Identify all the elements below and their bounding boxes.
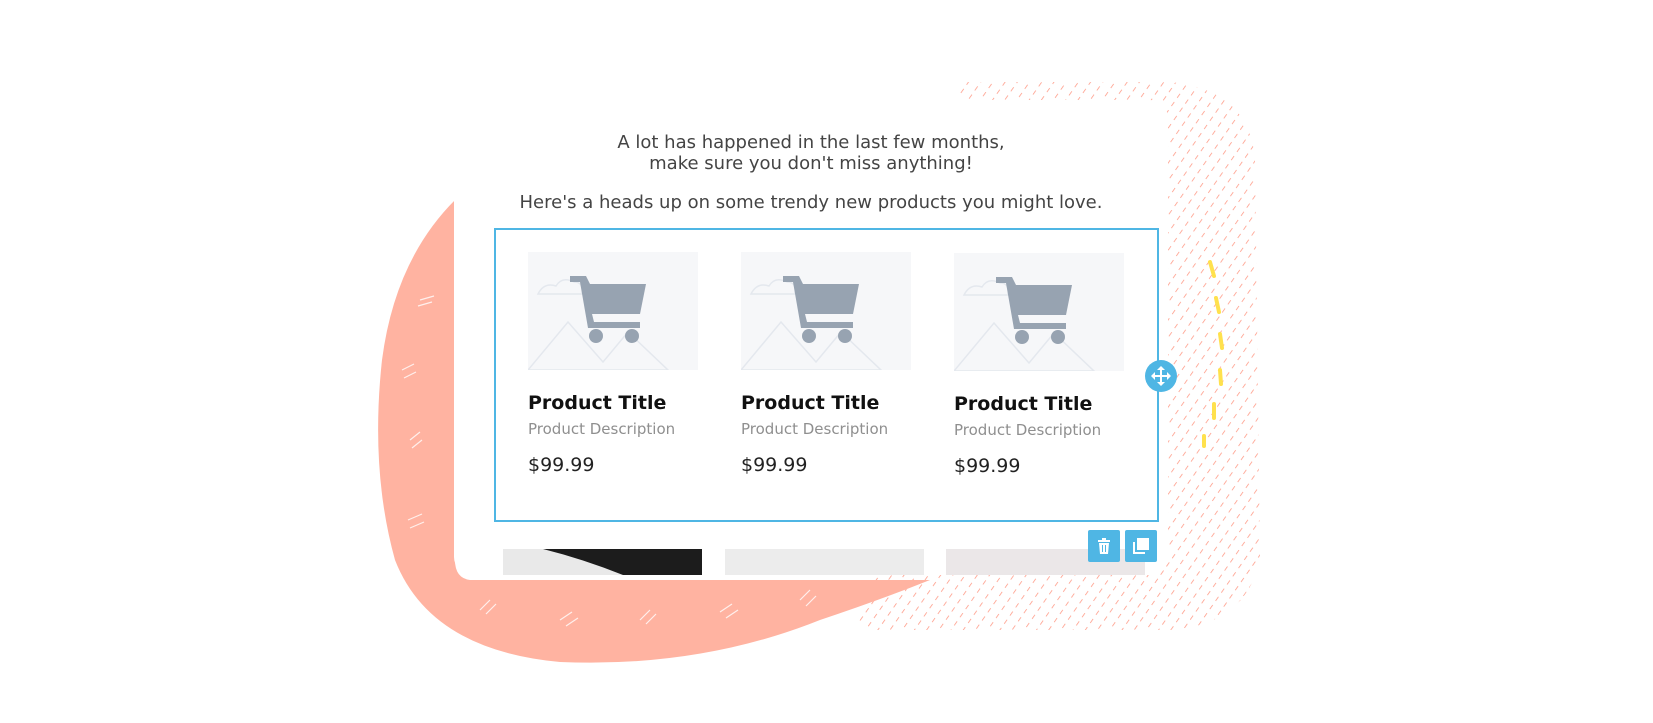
product-title: Product Title [741,392,880,414]
image-tile[interactable] [725,549,924,575]
product-description: Product Description [528,420,676,438]
product-card[interactable]: Product Title Product Description $99.99 [954,253,1124,477]
product-card[interactable]: Product Title Product Description $99.99 [528,252,698,476]
product-description: Product Description [741,420,889,438]
product-card[interactable]: Product Title Product Description $99.99 [741,252,911,476]
shopping-cart-icon [570,276,646,343]
product-block-selected[interactable]: Product Title Product Description $99.99… [494,228,1159,522]
shopping-cart-icon [783,276,859,343]
intro-line-2: make sure you don't miss anything! [649,153,973,174]
product-image-placeholder [741,252,911,370]
product-image-placeholder [954,253,1124,371]
move-handle[interactable] [1145,360,1177,392]
product-title: Product Title [528,392,667,414]
delete-block-button[interactable] [1088,530,1120,562]
product-price: $99.99 [741,454,808,476]
duplicate-icon [1133,538,1149,554]
intro-line-1: A lot has happened in the last few month… [617,132,1005,153]
trash-icon [1098,538,1110,554]
intro-line-3: Here's a heads up on some trendy new pro… [519,192,1103,213]
product-title: Product Title [954,393,1093,415]
email-content-card: A lot has happened in the last few month… [454,100,1168,575]
duplicate-block-button[interactable] [1125,530,1157,562]
product-price: $99.99 [954,455,1021,477]
move-arrows-icon [1151,366,1171,386]
image-tile[interactable] [503,549,702,575]
product-image-placeholder [528,252,698,370]
product-description: Product Description [954,421,1102,439]
product-price: $99.99 [528,454,595,476]
shopping-cart-icon [996,277,1072,344]
